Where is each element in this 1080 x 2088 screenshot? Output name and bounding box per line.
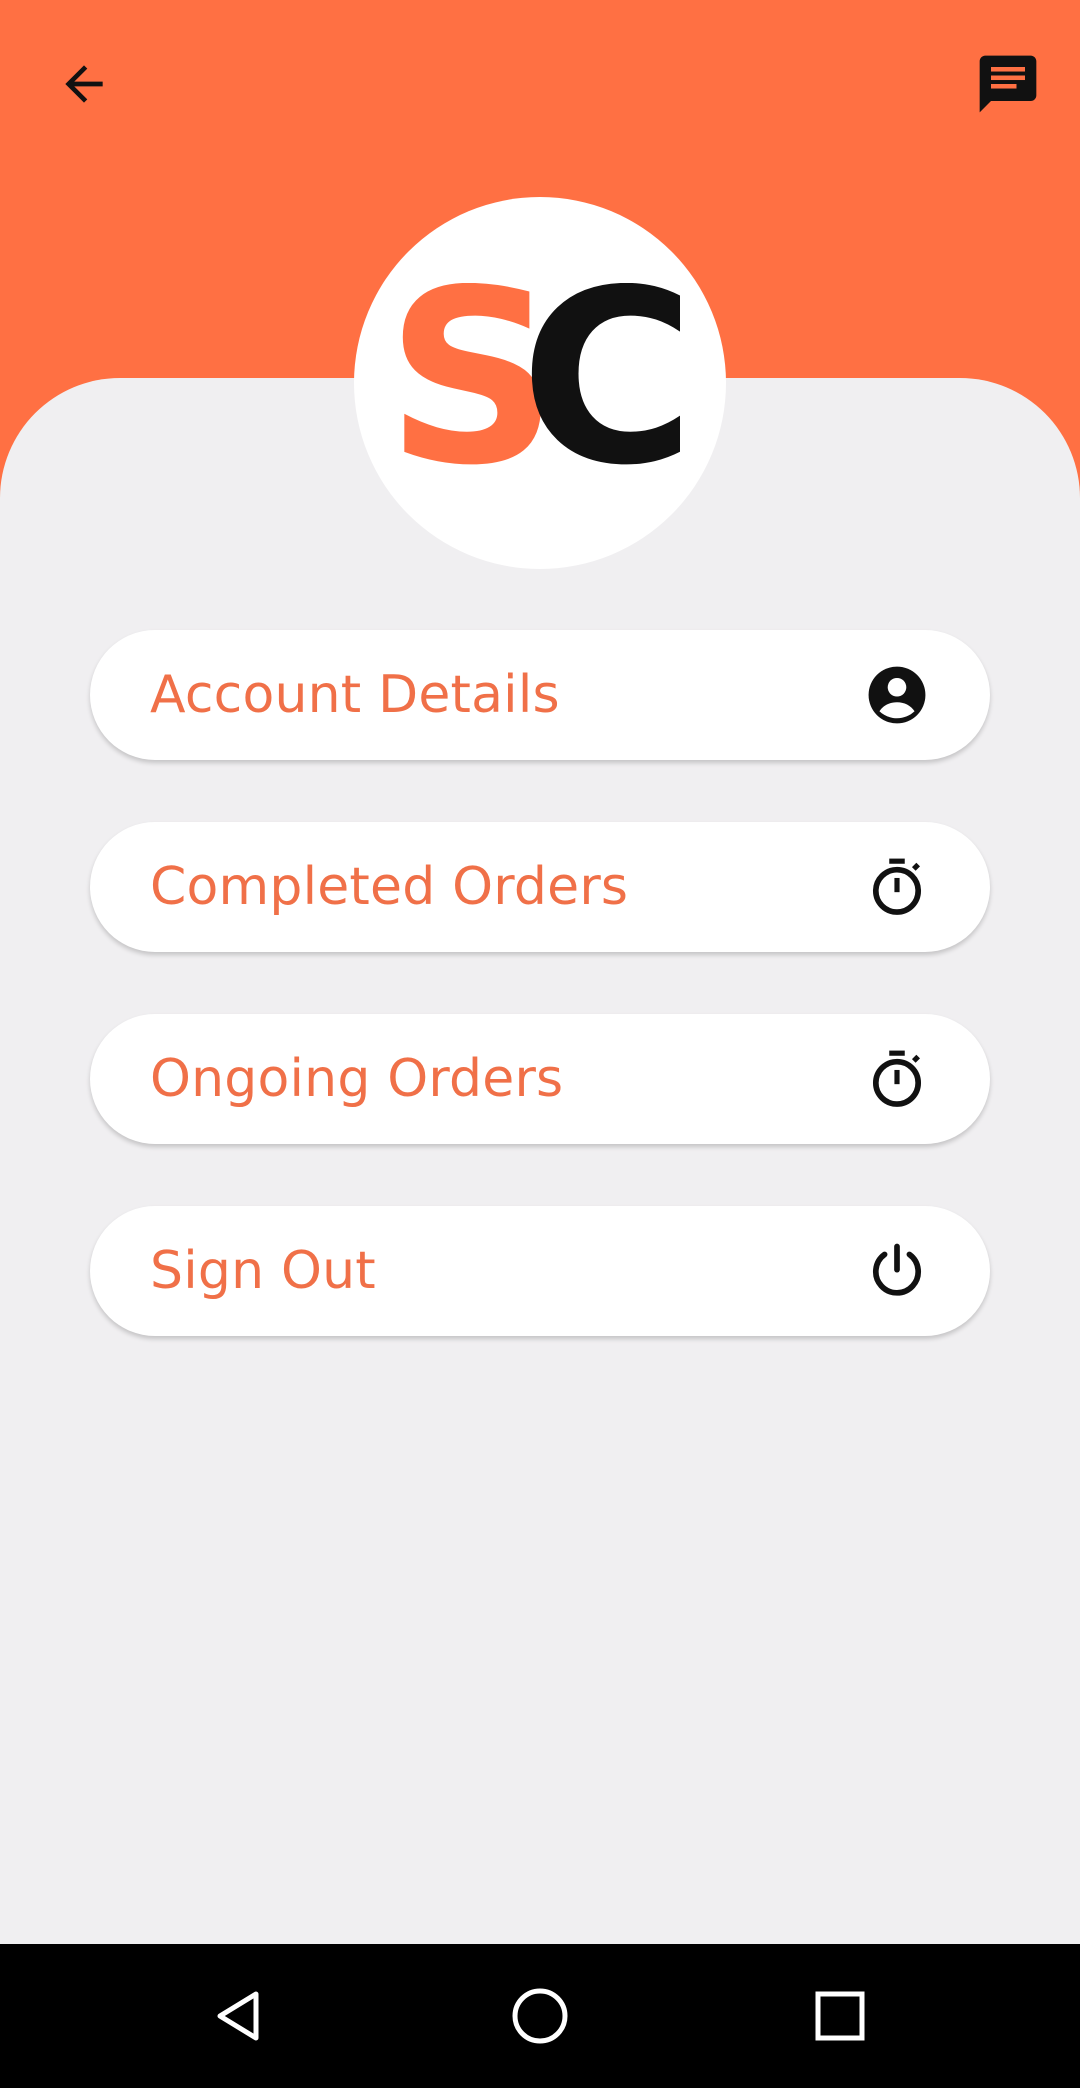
chat-icon [979,55,1037,113]
menu-item-label: Account Details [150,665,560,725]
completed-orders-button[interactable]: Completed Orders [90,822,990,952]
menu-item-label: Completed Orders [150,857,629,917]
logo-letter-c: C [520,283,680,483]
arrow-back-icon [65,65,103,103]
avatar: S C [354,197,726,569]
nav-home-button[interactable] [498,1974,582,2058]
back-button[interactable] [42,42,126,126]
account-details-button[interactable]: Account Details [90,630,990,760]
navigation-bar [0,1944,1080,2088]
menu: Account Details Completed Orders Ongoing… [90,630,990,1398]
chat-button[interactable] [966,42,1050,126]
nav-back-triangle-icon [217,1991,259,2041]
account-circle-icon [864,662,930,728]
power-icon [864,1238,930,1304]
nav-back-button[interactable] [198,1974,282,2058]
ongoing-orders-button[interactable]: Ongoing Orders [90,1014,990,1144]
nav-recent-button[interactable] [798,1974,882,2058]
timer-icon [864,854,930,920]
sign-out-button[interactable]: Sign Out [90,1206,990,1336]
nav-recent-square-icon [815,1991,865,2041]
menu-item-label: Ongoing Orders [150,1049,564,1109]
logo: S C [400,283,680,483]
nav-home-circle-icon [512,1988,568,2044]
timer-icon [864,1046,930,1112]
menu-item-label: Sign Out [150,1241,376,1301]
